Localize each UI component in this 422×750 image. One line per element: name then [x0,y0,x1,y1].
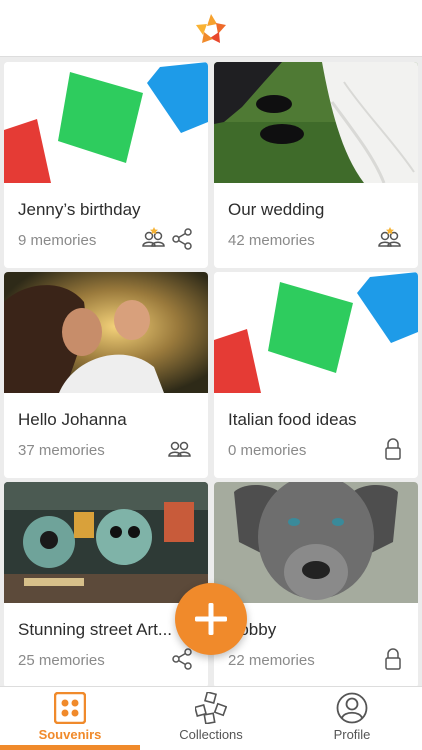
souvenirs-icon [53,691,87,725]
group-icon[interactable] [141,226,167,252]
tab-profile[interactable]: Profile [282,687,422,750]
souvenir-card-italian-food-ideas[interactable]: Italian food ideas 0 memories [214,272,418,478]
tab-collections[interactable]: Collections [141,687,281,750]
card-memory-count: 25 memories [18,652,105,669]
souvenir-card-hello-johanna[interactable]: Hello Johanna 37 memories [4,272,208,478]
souvenir-card-our-wedding[interactable]: Our wedding 42 memories [214,62,418,268]
card-image [214,482,418,603]
card-title: Italian food ideas [228,410,357,429]
card-title: Our wedding [228,200,325,219]
card-memory-count: 22 memories [228,652,315,669]
card-memory-count: 0 memories [228,442,307,459]
profile-icon [336,692,368,724]
top-app-bar [0,0,422,57]
card-image [214,62,418,183]
card-title: Jenny’s birthday [18,200,141,219]
card-image [4,62,208,183]
tab-souvenirs[interactable]: Souvenirs [0,687,140,750]
card-memory-count: 42 memories [228,232,315,249]
share-icon[interactable] [170,226,196,252]
card-image [4,272,208,393]
add-souvenir-button[interactable] [175,583,247,655]
app-logo-icon[interactable] [193,12,229,48]
card-memory-count: 9 memories [18,232,97,249]
tab-label: Souvenirs [38,727,102,742]
active-tab-indicator [0,745,140,750]
lock-icon[interactable] [380,436,406,462]
bottom-navigation: Souvenirs Collections Profile [0,686,422,750]
tab-label: Collections [179,727,243,742]
card-image [4,482,208,603]
group-icon[interactable] [377,226,403,252]
card-title: Bobby [228,620,277,639]
plus-icon [195,603,227,635]
collections-icon [194,691,228,725]
group-icon[interactable] [167,436,193,462]
souvenir-card-jennys-birthday[interactable]: Jenny’s birthday 9 memories [4,62,208,268]
souvenir-card-bobby[interactable]: Bobby 22 memories [214,482,418,686]
card-title: Stunning street Art... [18,620,173,639]
card-image [214,272,418,393]
card-title: Hello Johanna [18,410,127,429]
souvenir-card-street-art[interactable]: Stunning street Art... 25 memories [4,482,208,686]
card-memory-count: 37 memories [18,442,105,459]
lock-icon[interactable] [380,646,406,672]
tab-label: Profile [333,727,371,742]
